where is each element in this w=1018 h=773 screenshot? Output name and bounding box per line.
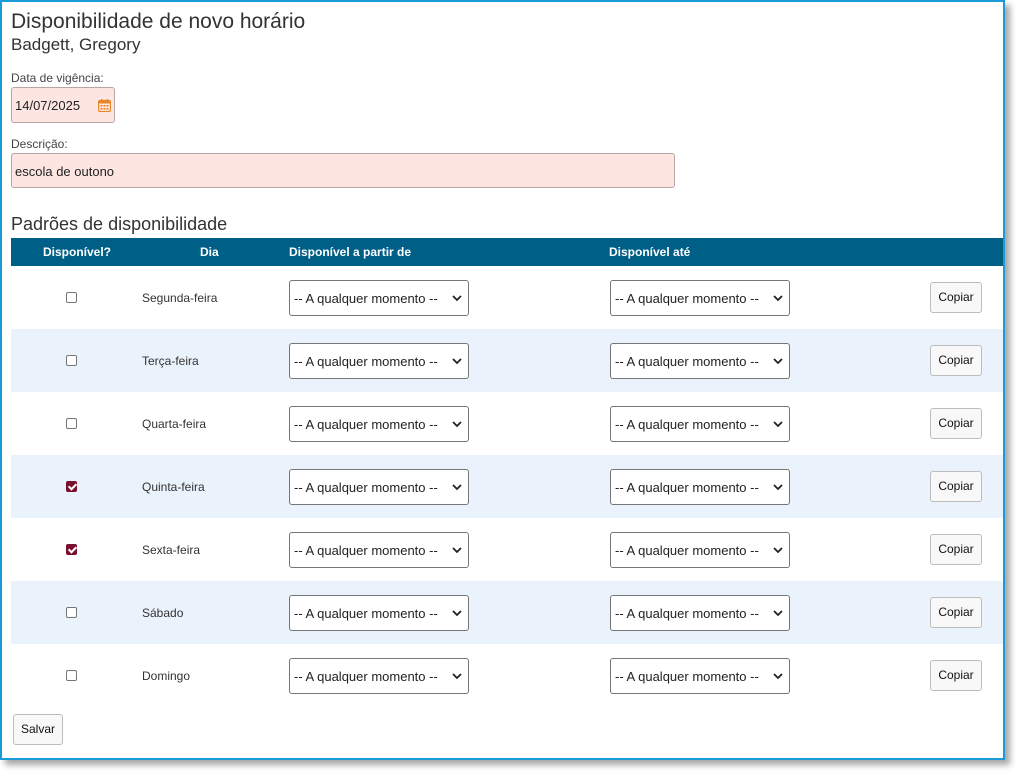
header-available: Disponível? <box>43 245 112 259</box>
save-button[interactable]: Salvar <box>13 714 63 745</box>
copy-button[interactable]: Copiar <box>930 345 982 376</box>
available-until-select[interactable]: -- A qualquer momento -- <box>610 595 790 631</box>
availability-patterns-title: Padrões de disponibilidade <box>11 214 228 234</box>
employee-name: Badgett, Gregory <box>11 35 141 54</box>
chevron-down-icon <box>452 547 462 554</box>
available-until-select[interactable]: -- A qualquer momento -- <box>610 343 790 379</box>
available-until-value: -- A qualquer momento -- <box>615 480 759 495</box>
available-checkbox[interactable] <box>66 355 77 366</box>
calendar-icon[interactable] <box>98 99 111 112</box>
available-from-value: -- A qualquer momento -- <box>294 480 438 495</box>
available-from-select[interactable]: -- A qualquer momento -- <box>289 469 469 505</box>
chevron-down-icon <box>773 673 783 680</box>
header-available-from: Disponível a partir de <box>289 245 412 259</box>
available-from-select[interactable]: -- A qualquer momento -- <box>289 406 469 442</box>
available-until-value: -- A qualquer momento -- <box>615 354 759 369</box>
chevron-down-icon <box>452 673 462 680</box>
available-until-value: -- A qualquer momento -- <box>615 417 759 432</box>
header-available-until: Disponível até <box>609 245 691 259</box>
available-until-select[interactable]: -- A qualquer momento -- <box>610 280 790 316</box>
available-until-select[interactable]: -- A qualquer momento -- <box>610 658 790 694</box>
available-from-select[interactable]: -- A qualquer momento -- <box>289 658 469 694</box>
available-checkbox[interactable] <box>66 292 77 303</box>
available-from-value: -- A qualquer momento -- <box>294 291 438 306</box>
copy-button[interactable]: Copiar <box>930 471 982 502</box>
table-row: Terça-feira -- A qualquer momento -- -- … <box>11 329 1003 392</box>
description-input[interactable]: escola de outono <box>11 153 675 188</box>
copy-button[interactable]: Copiar <box>930 597 982 628</box>
day-label: Domingo <box>142 669 191 683</box>
chevron-down-icon <box>452 295 462 302</box>
available-from-select[interactable]: -- A qualquer momento -- <box>289 595 469 631</box>
table-row: Domingo -- A qualquer momento -- -- A qu… <box>11 644 1003 707</box>
day-label: Segunda-feira <box>142 291 218 305</box>
available-until-value: -- A qualquer momento -- <box>615 669 759 684</box>
available-until-value: -- A qualquer momento -- <box>615 291 759 306</box>
copy-button[interactable]: Copiar <box>930 408 982 439</box>
available-from-value: -- A qualquer momento -- <box>294 417 438 432</box>
day-label: Quinta-feira <box>142 480 205 494</box>
available-until-value: -- A qualquer momento -- <box>615 543 759 558</box>
available-until-select[interactable]: -- A qualquer momento -- <box>610 532 790 568</box>
chevron-down-icon <box>773 421 783 428</box>
window-frame: Disponibilidade de novo horário Badgett,… <box>0 0 1005 760</box>
available-from-value: -- A qualquer momento -- <box>294 669 438 684</box>
available-until-value: -- A qualquer momento -- <box>615 606 759 621</box>
table-row: Quarta-feira -- A qualquer momento -- --… <box>11 392 1003 455</box>
description-label: Descrição: <box>11 137 68 151</box>
day-label: Terça-feira <box>142 354 199 368</box>
effective-date-label: Data de vigência: <box>11 71 104 85</box>
availability-grid-rows: Segunda-feira -- A qualquer momento -- -… <box>11 266 1003 707</box>
copy-button[interactable]: Copiar <box>930 282 982 313</box>
copy-button[interactable]: Copiar <box>930 534 982 565</box>
available-checkbox[interactable] <box>66 670 77 681</box>
chevron-down-icon <box>452 358 462 365</box>
chevron-down-icon <box>773 610 783 617</box>
available-from-value: -- A qualquer momento -- <box>294 354 438 369</box>
copy-button[interactable]: Copiar <box>930 660 982 691</box>
availability-grid-header: Disponível? Dia Disponível a partir de D… <box>11 238 1003 266</box>
chevron-down-icon <box>452 484 462 491</box>
available-from-select[interactable]: -- A qualquer momento -- <box>289 343 469 379</box>
description-value: escola de outono <box>15 164 115 179</box>
day-label: Sexta-feira <box>142 543 201 557</box>
available-from-select[interactable]: -- A qualquer momento -- <box>289 280 469 316</box>
available-until-select[interactable]: -- A qualquer momento -- <box>610 469 790 505</box>
chevron-down-icon <box>773 484 783 491</box>
page-title: Disponibilidade de novo horário <box>11 10 306 33</box>
table-row: Sexta-feira -- A qualquer momento -- -- … <box>11 518 1003 581</box>
available-from-value: -- A qualquer momento -- <box>294 543 438 558</box>
available-until-select[interactable]: -- A qualquer momento -- <box>610 406 790 442</box>
table-row: Segunda-feira -- A qualquer momento -- -… <box>11 266 1003 329</box>
effective-date-field[interactable]: 14/07/2025 <box>11 87 115 123</box>
available-checkbox[interactable] <box>66 544 77 555</box>
available-checkbox[interactable] <box>66 607 77 618</box>
chevron-down-icon <box>452 421 462 428</box>
available-from-value: -- A qualquer momento -- <box>294 606 438 621</box>
effective-date-value: 14/07/2025 <box>15 98 81 113</box>
chevron-down-icon <box>452 610 462 617</box>
day-label: Quarta-feira <box>142 417 207 431</box>
available-checkbox[interactable] <box>66 418 77 429</box>
header-day: Dia <box>200 245 219 259</box>
available-checkbox[interactable] <box>66 481 77 492</box>
chevron-down-icon <box>773 547 783 554</box>
available-from-select[interactable]: -- A qualquer momento -- <box>289 532 469 568</box>
table-row: Sábado -- A qualquer momento -- -- A qua… <box>11 581 1003 644</box>
chevron-down-icon <box>773 295 783 302</box>
table-row: Quinta-feira -- A qualquer momento -- --… <box>11 455 1003 518</box>
day-label: Sábado <box>142 606 184 620</box>
chevron-down-icon <box>773 358 783 365</box>
